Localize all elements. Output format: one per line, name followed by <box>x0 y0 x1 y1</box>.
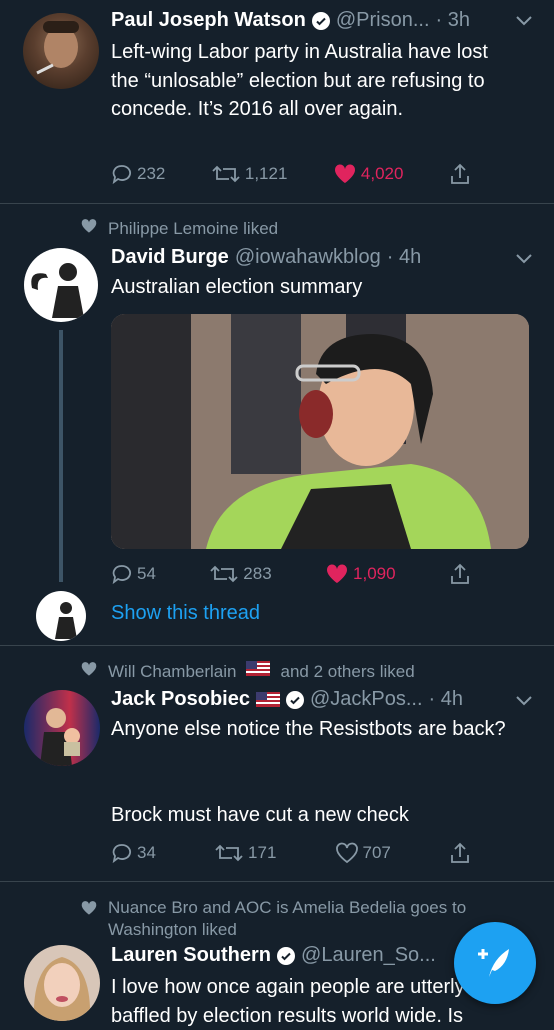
user-handle[interactable]: @JackPos... <box>310 688 423 711</box>
heart-icon <box>334 164 355 183</box>
share-icon[interactable] <box>449 163 471 185</box>
retweet-count: 283 <box>243 564 272 583</box>
tweet-header: David Burge @iowahawkblog · 4h <box>111 246 421 269</box>
tweet-time[interactable]: · 3h <box>436 9 470 32</box>
compose-tweet-button[interactable] <box>454 922 536 1004</box>
avatar-photo <box>31 263 84 318</box>
like-button[interactable]: 4,020 <box>333 163 404 185</box>
chevron-down-icon[interactable] <box>516 16 532 26</box>
us-flag-icon <box>246 661 271 676</box>
heart-icon <box>335 842 358 864</box>
reply-icon <box>112 565 131 585</box>
display-name[interactable]: Lauren Southern <box>111 944 271 967</box>
avatar[interactable] <box>23 13 99 89</box>
heart-icon <box>81 901 97 915</box>
tweet-header: Paul Joseph Watson @Prison... · 3h <box>111 9 470 32</box>
like-count: 1,090 <box>353 564 396 583</box>
thread-line <box>59 330 63 582</box>
heart-icon <box>327 564 348 583</box>
heart-icon <box>81 662 97 676</box>
display-name[interactable]: Paul Joseph Watson <box>111 9 306 32</box>
tweet-text: Anyone else notice the Resistbots are ba… <box>111 718 506 740</box>
tweet-time[interactable]: · 4h <box>429 688 463 711</box>
user-handle[interactable]: @Prison... <box>336 9 430 32</box>
tweet-text-line: Brock must have cut a new check <box>111 804 409 826</box>
tweet-header: Lauren Southern @Lauren_So... <box>111 944 436 967</box>
tweet-text: Left-wing Labor party in Australia have … <box>111 41 488 120</box>
chevron-down-icon[interactable] <box>516 254 532 264</box>
reply-count: 232 <box>137 164 166 183</box>
display-name[interactable]: Jack Posobiec <box>111 688 250 711</box>
retweet-count: 1,121 <box>244 164 288 183</box>
avatar-photo <box>40 708 80 766</box>
retweet-button[interactable]: 283 <box>209 563 272 585</box>
tweet-david-burge[interactable]: Philippe Lemoine liked David Burge @iowa… <box>0 204 554 644</box>
thread-avatar[interactable] <box>36 591 86 641</box>
reply-button[interactable]: 232 <box>111 163 165 185</box>
retweet-button[interactable]: 1,121 <box>211 163 288 185</box>
like-count: 4,020 <box>360 164 404 183</box>
tweet-actions: 232 1,121 4,020 <box>111 163 471 185</box>
avatar-photo <box>55 602 77 639</box>
social-context-text[interactable]: and 2 others liked <box>280 661 414 683</box>
avatar[interactable] <box>24 690 100 766</box>
avatar[interactable] <box>24 945 100 1021</box>
retweet-icon <box>210 565 238 583</box>
social-context: Will Chamberlain and 2 others liked <box>80 661 540 683</box>
us-flag-icon <box>255 692 280 707</box>
chevron-down-icon[interactable] <box>516 696 532 706</box>
tweet-actions: 34 171 707 <box>111 842 471 864</box>
tweet-jack-posobiec[interactable]: Will Chamberlain and 2 others liked Jack… <box>0 646 554 880</box>
verified-icon <box>311 11 330 30</box>
display-name[interactable]: David Burge <box>111 246 229 269</box>
like-count: 707 <box>362 843 391 862</box>
tweet-media-image[interactable] <box>111 314 529 549</box>
verified-icon <box>285 690 304 709</box>
reply-count: 34 <box>137 843 156 862</box>
tweet-time[interactable]: · 4h <box>387 246 421 269</box>
social-context: Philippe Lemoine liked <box>80 218 540 240</box>
tweet-text: Australian election summary <box>111 276 363 298</box>
retweet-count: 171 <box>248 843 277 862</box>
user-handle[interactable]: @Lauren_So... <box>301 944 436 967</box>
compose-tweet-icon <box>478 949 509 977</box>
social-context-name[interactable]: Will Chamberlain <box>108 661 236 683</box>
like-button[interactable]: 707 <box>335 842 391 864</box>
avatar[interactable] <box>24 248 98 322</box>
reply-icon <box>112 844 131 864</box>
media-photo <box>111 314 529 549</box>
reply-count: 54 <box>137 564 156 583</box>
like-button[interactable]: 1,090 <box>325 563 396 585</box>
tweet-paul-joseph-watson[interactable]: Paul Joseph Watson @Prison... · 3h Left-… <box>0 0 554 203</box>
share-icon[interactable] <box>449 563 471 585</box>
avatar-photo <box>33 957 91 1021</box>
tweet-actions: 54 283 1,090 <box>111 563 471 585</box>
retweet-icon <box>212 165 240 183</box>
reply-icon <box>112 165 131 185</box>
social-context-text[interactable]: Philippe Lemoine liked <box>108 218 278 240</box>
verified-icon <box>277 946 296 965</box>
reply-button[interactable]: 34 <box>111 842 156 864</box>
retweet-button[interactable]: 171 <box>214 842 276 864</box>
avatar-photo <box>36 21 79 75</box>
show-thread-link[interactable]: Show this thread <box>111 602 260 625</box>
retweet-icon <box>215 844 243 862</box>
tweet-header: Jack Posobiec @JackPos... · 4h <box>111 688 463 711</box>
share-icon[interactable] <box>449 842 471 864</box>
reply-button[interactable]: 54 <box>111 563 156 585</box>
heart-icon <box>81 219 97 233</box>
user-handle[interactable]: @iowahawkblog <box>235 246 381 269</box>
